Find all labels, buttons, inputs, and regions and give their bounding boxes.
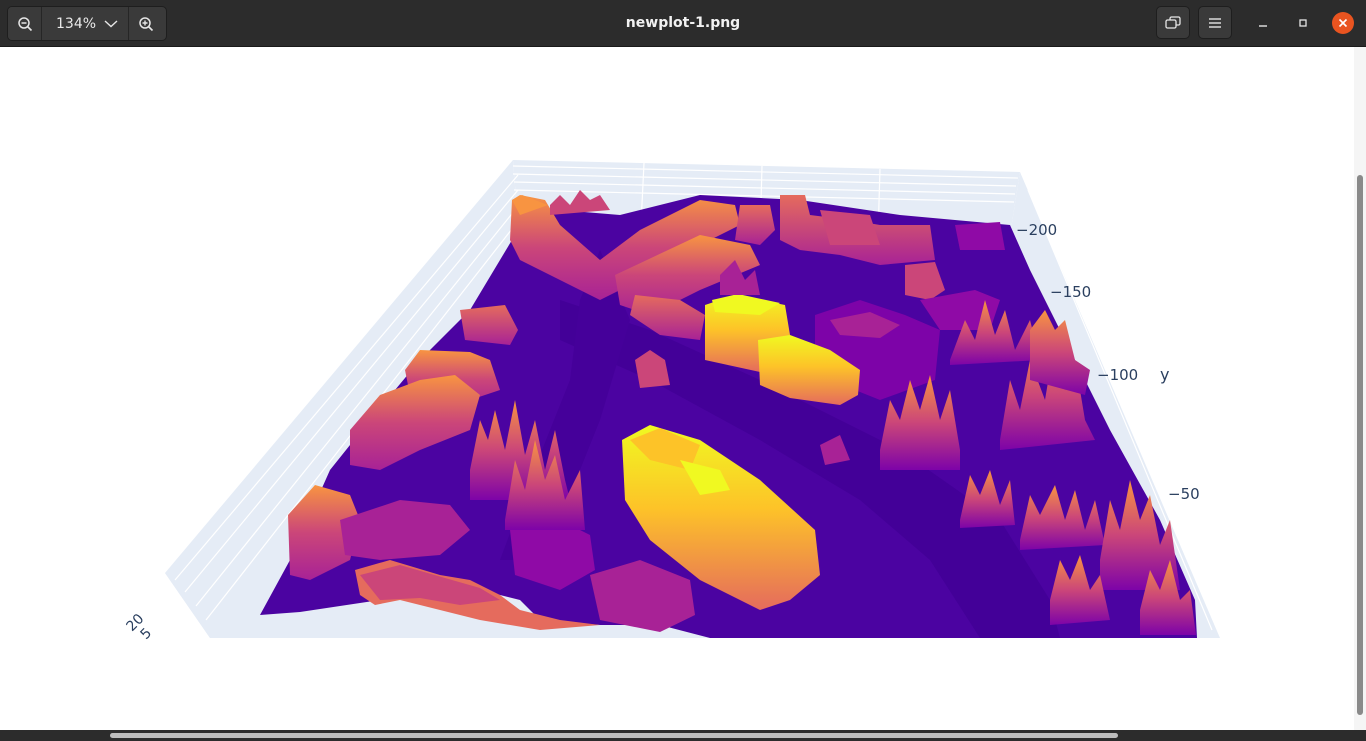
close-icon [1338, 18, 1348, 28]
title-bar: 134% newplot-1.png [0, 0, 1366, 47]
x-tick-label: 5 [138, 625, 156, 643]
chevron-down-icon [104, 19, 118, 27]
minimize-icon [1259, 25, 1267, 27]
main-menu-button[interactable] [1198, 6, 1232, 39]
y-tick-label: −100 [1097, 366, 1138, 384]
y-tick-label: −200 [1016, 221, 1057, 239]
minimize-button[interactable] [1252, 12, 1274, 34]
window-mode-icon [1165, 15, 1181, 29]
zoom-controls: 134% [7, 6, 167, 41]
horizontal-scrollbar-thumb[interactable] [110, 733, 1118, 738]
zoom-level-dropdown[interactable]: 134% [41, 7, 129, 40]
zoom-in-button[interactable] [129, 7, 162, 40]
image-viewport[interactable]: −200 −150 −100 −50 y 20 5 [0, 47, 1354, 730]
zoom-out-icon [17, 16, 32, 31]
maximize-button[interactable] [1292, 12, 1314, 34]
zoom-level-value: 134% [56, 15, 97, 32]
hamburger-menu-icon [1209, 17, 1221, 28]
zoom-out-button[interactable] [8, 7, 41, 40]
y-tick-label: −150 [1050, 283, 1091, 301]
vertical-scrollbar-thumb[interactable] [1357, 175, 1363, 715]
x-axis: 20 5 [124, 611, 156, 643]
close-button[interactable] [1332, 12, 1354, 34]
vertical-scrollbar[interactable] [1354, 47, 1366, 730]
y-axis-title: y [1160, 365, 1169, 384]
y-tick-label: −50 [1168, 485, 1200, 503]
horizontal-scrollbar[interactable] [0, 730, 1366, 741]
zoom-in-icon [138, 16, 153, 31]
view-mode-button[interactable] [1156, 6, 1190, 39]
maximize-icon [1299, 19, 1307, 27]
plot-image: −200 −150 −100 −50 y 20 5 [124, 160, 1220, 643]
